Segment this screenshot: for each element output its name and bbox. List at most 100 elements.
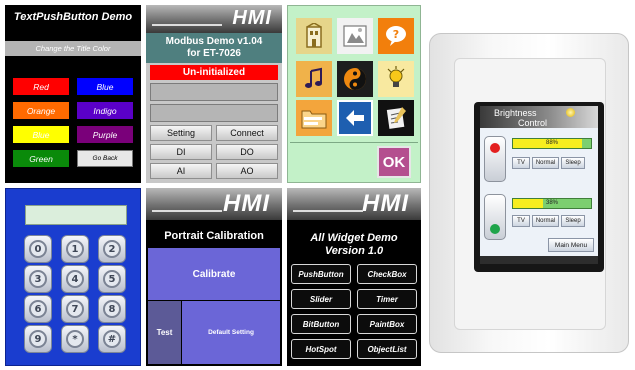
photo-icon[interactable]: [337, 18, 373, 54]
portrait-calibration-screen: HMI Portrait Calibration Calibrate Test …: [146, 188, 282, 366]
notes-icon[interactable]: [378, 100, 414, 136]
color-button-orange[interactable]: Orange: [13, 102, 69, 119]
ai-button[interactable]: AI: [150, 163, 212, 179]
keypad-key-label: 9: [29, 330, 47, 348]
keypad-display: [25, 205, 127, 225]
calibrate-button[interactable]: Calibrate: [148, 248, 280, 300]
keypad-key-4[interactable]: 4: [61, 265, 89, 293]
default-setting-button[interactable]: Default Setting: [182, 301, 280, 364]
keypad-key-label: 5: [103, 270, 121, 288]
keypad-key-2[interactable]: 2: [98, 235, 126, 263]
keypad-key-label: 1: [66, 240, 84, 258]
normal-mode-button-2[interactable]: Normal: [532, 215, 559, 227]
tv-mode-button[interactable]: TV: [512, 157, 530, 169]
objectlist-button[interactable]: ObjectList: [357, 339, 417, 359]
divider-line: [290, 142, 418, 143]
music-icon[interactable]: [296, 61, 332, 97]
brightness-title: Brightness: [494, 108, 537, 118]
icon-menu-screen: ? OK: [287, 5, 421, 183]
title-line-1: Modbus Demo v1.04: [165, 36, 263, 47]
connect-button[interactable]: Connect: [216, 125, 278, 141]
keypad-key-label: #: [103, 330, 121, 348]
keypad-key-7[interactable]: 7: [61, 295, 89, 323]
hmi-logo: HMI: [362, 190, 409, 217]
logo-underline: [152, 24, 222, 26]
keypad-key-3[interactable]: 3: [24, 265, 52, 293]
paintbox-button[interactable]: PaintBox: [357, 314, 417, 334]
ao-button[interactable]: AO: [216, 163, 278, 179]
keypad-screen: 0 1 2 3 4 5 6 7 8 9 * #: [5, 188, 141, 366]
do-button[interactable]: DO: [216, 144, 278, 160]
color-button-go-back[interactable]: Go Back: [77, 150, 133, 167]
color-button-indigo[interactable]: Indigo: [77, 102, 133, 119]
setting-button[interactable]: Setting: [150, 125, 212, 141]
screen-title: Portrait Calibration: [164, 230, 264, 242]
svg-text:?: ?: [393, 28, 399, 41]
tv-mode-button-2[interactable]: TV: [512, 215, 530, 227]
color-button-red[interactable]: Red: [13, 78, 69, 95]
status-bar: Un-initialized: [150, 65, 278, 80]
keypad-key-star[interactable]: *: [61, 325, 89, 353]
hmi-logo: HMI: [232, 7, 272, 29]
sleep-mode-button[interactable]: Sleep: [561, 157, 585, 169]
device-bottom-bar: [480, 256, 598, 264]
keypad-key-label: *: [66, 330, 84, 348]
test-button[interactable]: Test: [148, 301, 181, 364]
keypad-key-0[interactable]: 0: [24, 235, 52, 263]
keypad-key-label: 2: [103, 240, 121, 258]
info-field-1: [150, 83, 278, 101]
brightness-subtitle: Control: [518, 118, 548, 128]
keypad-key-label: 7: [66, 300, 84, 318]
all-widget-demo-screen: HMI All Widget Demo Version 1.0 PushButt…: [287, 188, 421, 366]
checkbox-button[interactable]: CheckBox: [357, 264, 417, 284]
normal-mode-button[interactable]: Normal: [532, 157, 559, 169]
main-menu-button[interactable]: Main Menu: [548, 238, 594, 252]
help-icon[interactable]: ?: [378, 18, 414, 54]
title-line-1: All Widget Demo: [310, 232, 398, 244]
logo-underline: [293, 210, 363, 212]
info-field-2: [150, 104, 278, 122]
building-icon[interactable]: [296, 18, 332, 54]
color-button-blue[interactable]: Blue: [77, 78, 133, 95]
keypad-key-label: 4: [66, 270, 84, 288]
keypad-key-label: 3: [29, 270, 47, 288]
green-indicator-light: [490, 224, 500, 234]
color-button-green[interactable]: Green: [13, 150, 69, 167]
di-button[interactable]: DI: [150, 144, 212, 160]
title-line-2: Version 1.0: [324, 245, 384, 257]
brightness-bar-2-label: 38%: [545, 200, 558, 206]
keypad-key-label: 8: [103, 300, 121, 318]
text-push-button-demo-screen: TextPushButton Demo Change the Title Col…: [5, 5, 141, 183]
brightness-bar-1-label: 88%: [545, 140, 558, 146]
title-line-2: for ET-7026: [187, 48, 241, 59]
logo-underline: [152, 210, 222, 212]
keypad-key-5[interactable]: 5: [98, 265, 126, 293]
wall-mount-device: Brightness Control 88% TV Normal Sleep 3…: [429, 33, 629, 353]
device-screen: Brightness Control 88% TV Normal Sleep 3…: [480, 106, 598, 264]
screen-title: TextPushButton Demo: [13, 11, 133, 23]
subtitle-bar: Change the Title Color: [5, 41, 141, 56]
keypad-key-1[interactable]: 1: [61, 235, 89, 263]
back-arrow-icon[interactable]: [337, 100, 373, 136]
hotspot-button[interactable]: HotSpot: [291, 339, 351, 359]
bitbutton-button[interactable]: BitButton: [291, 314, 351, 334]
lightbulb-icon[interactable]: [378, 61, 414, 97]
color-button-blue[interactable]: Blue: [13, 126, 69, 143]
red-indicator-light: [490, 143, 500, 153]
hmi-logo: HMI: [223, 190, 270, 217]
keypad-key-8[interactable]: 8: [98, 295, 126, 323]
ok-button[interactable]: OK: [377, 146, 411, 178]
keypad-key-9[interactable]: 9: [24, 325, 52, 353]
pushbutton-button[interactable]: PushButton: [291, 264, 351, 284]
sleep-mode-button-2[interactable]: Sleep: [561, 215, 585, 227]
timer-button[interactable]: Timer: [357, 289, 417, 309]
folder-icon[interactable]: [296, 100, 332, 136]
modbus-demo-screen: HMI Modbus Demo v1.04 for ET-7026 Un-ini…: [146, 5, 282, 183]
yin-yang-icon[interactable]: [337, 61, 373, 97]
lightbulb-icon: [566, 108, 575, 117]
color-button-purple[interactable]: Purple: [77, 126, 133, 143]
keypad-key-6[interactable]: 6: [24, 295, 52, 323]
keypad-key-label: 0: [29, 240, 47, 258]
slider-button[interactable]: Slider: [291, 289, 351, 309]
keypad-key-hash[interactable]: #: [98, 325, 126, 353]
